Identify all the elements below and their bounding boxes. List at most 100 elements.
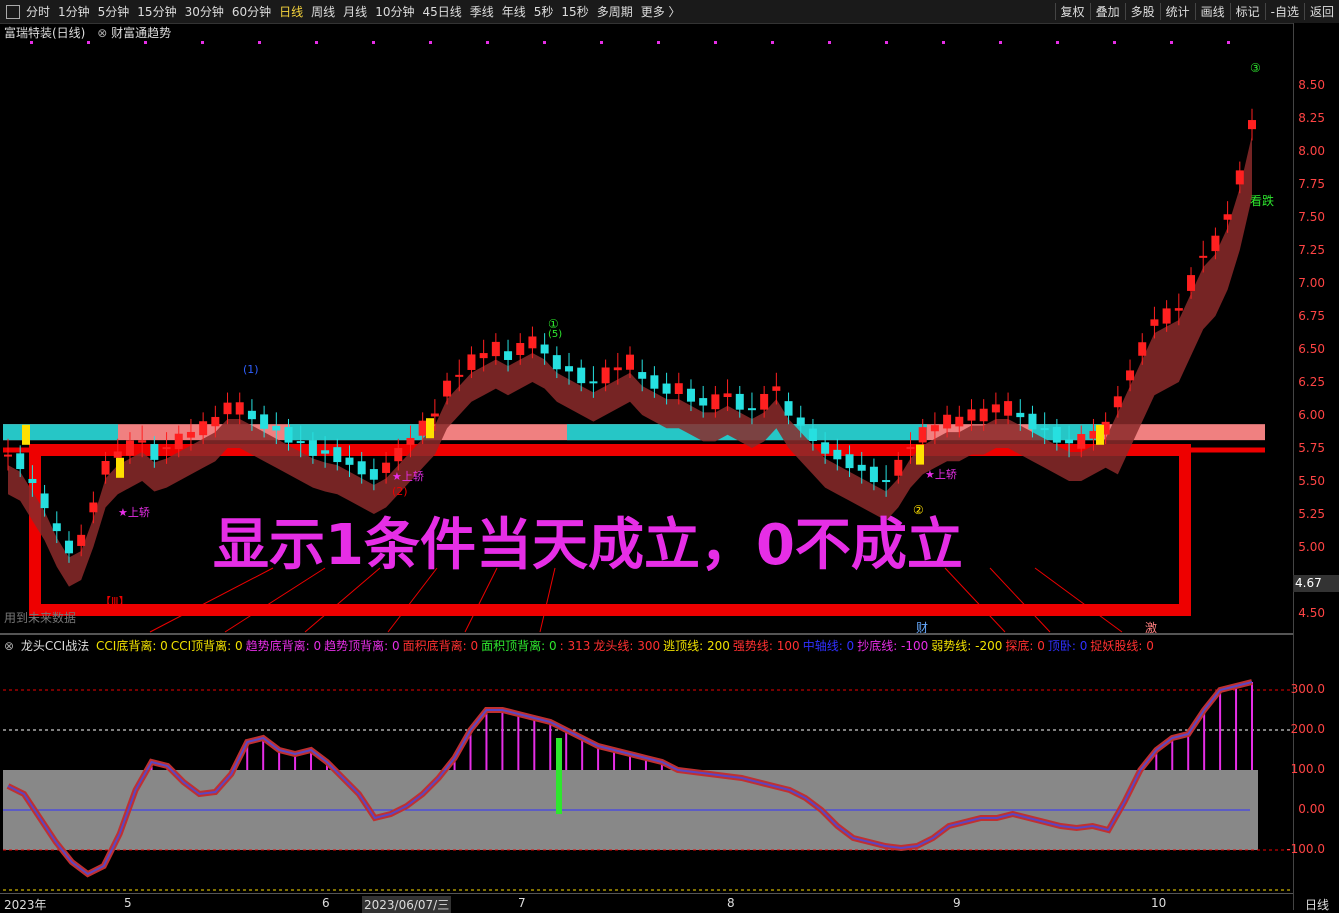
cci-green-bar xyxy=(556,738,562,814)
pane-divider[interactable] xyxy=(0,633,1293,635)
annotation-arrow xyxy=(1034,567,1123,633)
window-icon[interactable] xyxy=(6,4,20,19)
period-tab[interactable]: 45日线 xyxy=(422,3,461,20)
period-tab[interactable]: 周线 xyxy=(311,3,335,20)
indicator-value: CCI顶背离: 0 xyxy=(170,639,243,653)
cai-label: 财 xyxy=(916,621,928,633)
candle-body xyxy=(1016,412,1025,418)
candle-body xyxy=(1077,434,1086,449)
signal-marker xyxy=(916,444,924,465)
price-tick-label: 8.25 xyxy=(1298,111,1325,125)
price-tick-label: 7.00 xyxy=(1298,276,1325,290)
candle-body xyxy=(796,417,805,426)
candle-body xyxy=(1248,120,1256,130)
candle-body xyxy=(565,366,574,372)
period-tab[interactable]: 10分钟 xyxy=(375,3,414,20)
indicator-value: 龙头线: 300 xyxy=(593,639,661,653)
indicator-value: 趋势底背离: 0 xyxy=(245,639,322,653)
cci-indicator-chart[interactable] xyxy=(0,653,1293,893)
cci-tick-label: 0.00 xyxy=(1298,802,1325,816)
signal-dot xyxy=(600,41,603,44)
period-tab[interactable]: 更多 〉 xyxy=(641,3,681,20)
candle-body xyxy=(516,343,525,355)
candle-body xyxy=(528,336,537,349)
period-tab[interactable]: 30分钟 xyxy=(185,3,224,20)
candle-body xyxy=(943,414,952,429)
price-tick-label: 7.25 xyxy=(1298,243,1325,257)
period-tab[interactable]: 日线 xyxy=(279,3,303,20)
indicator-value: CCI底背离: 0 xyxy=(96,639,168,653)
signal-dot xyxy=(771,41,774,44)
candle-body xyxy=(552,355,561,370)
candle-body xyxy=(369,469,378,480)
paren-label: (1) xyxy=(243,363,259,376)
candle-body xyxy=(1150,319,1159,326)
candle-body xyxy=(1052,426,1061,443)
signal-dot xyxy=(714,41,717,44)
cci-tick-label: 100.0 xyxy=(1290,762,1325,776)
date-tick-label: 5 xyxy=(124,896,132,910)
candle-body xyxy=(101,460,110,475)
candle-body xyxy=(1126,370,1135,381)
candle-body xyxy=(211,416,220,427)
shangjiao-label: ★上轿 xyxy=(925,467,957,481)
candle-body xyxy=(784,401,793,416)
candle-body xyxy=(89,502,98,513)
period-tab[interactable]: 年线 xyxy=(502,3,526,20)
indicator-value: 面积顶背离: 0 xyxy=(481,639,557,653)
toolbar-button[interactable]: 标记 xyxy=(1229,3,1265,20)
candle-body xyxy=(455,374,464,377)
candle-body xyxy=(125,440,134,456)
signal-dot xyxy=(486,41,489,44)
price-tick-label: 8.00 xyxy=(1298,144,1325,158)
period-tab[interactable]: 月线 xyxy=(343,3,367,20)
period-label: 日线 xyxy=(1305,898,1330,912)
period-tab[interactable]: 15分钟 xyxy=(137,3,176,20)
indicator-value: 中轴线: 0 xyxy=(802,639,855,653)
overlay-annotation: 显示1条件当天成立，0不成立 xyxy=(213,513,963,578)
signal-dot xyxy=(885,41,888,44)
candle-body xyxy=(1028,413,1037,430)
signal-dot xyxy=(999,41,1002,44)
candle-body xyxy=(199,421,208,436)
toolbar-button[interactable]: -自选 xyxy=(1264,3,1304,20)
period-tab[interactable]: 15秒 xyxy=(561,3,588,20)
candle-body xyxy=(394,447,403,462)
candle-body xyxy=(308,440,317,456)
toolbar-button[interactable]: 画线 xyxy=(1194,3,1230,20)
candle-body xyxy=(1223,214,1232,220)
signal-dot xyxy=(828,41,831,44)
candle-body xyxy=(443,380,452,397)
period-tab[interactable]: 5秒 xyxy=(534,3,554,20)
candle-body xyxy=(40,493,49,509)
candle-body xyxy=(760,393,769,410)
period-tab[interactable]: 分时 xyxy=(26,3,50,20)
candle-body xyxy=(162,447,171,450)
period-tab[interactable]: 1分钟 xyxy=(58,3,90,20)
toolbar-button[interactable]: 多股 xyxy=(1124,3,1160,20)
candle-body xyxy=(1138,342,1147,356)
candle-body xyxy=(979,408,988,422)
period-tab[interactable]: 多周期 xyxy=(597,3,633,20)
candle-body xyxy=(589,381,598,384)
candle-body xyxy=(833,449,842,460)
price-tick-label: 5.00 xyxy=(1298,540,1325,554)
trend-band-segment xyxy=(3,424,118,441)
candle-body xyxy=(845,454,854,469)
toolbar-button[interactable]: 统计 xyxy=(1159,3,1195,20)
period-tab[interactable]: 5分钟 xyxy=(98,3,130,20)
price-tick-label: 8.50 xyxy=(1298,78,1325,92)
signal-dot xyxy=(144,41,147,44)
candle-body xyxy=(1235,170,1244,185)
toolbar-button[interactable]: 复权 xyxy=(1054,3,1090,20)
candle-body xyxy=(272,425,281,431)
signal-marker xyxy=(1096,424,1104,445)
toolbar-button[interactable]: 叠加 xyxy=(1089,3,1125,20)
toolbar-button[interactable]: 返回 xyxy=(1303,3,1339,20)
period-tab[interactable]: 季线 xyxy=(470,3,494,20)
period-tab[interactable]: 60分钟 xyxy=(232,3,271,20)
settings-icon[interactable]: ⊗ xyxy=(4,639,14,653)
signal-dot xyxy=(315,41,318,44)
signal-dot xyxy=(1227,41,1230,44)
candle-body xyxy=(4,454,12,457)
